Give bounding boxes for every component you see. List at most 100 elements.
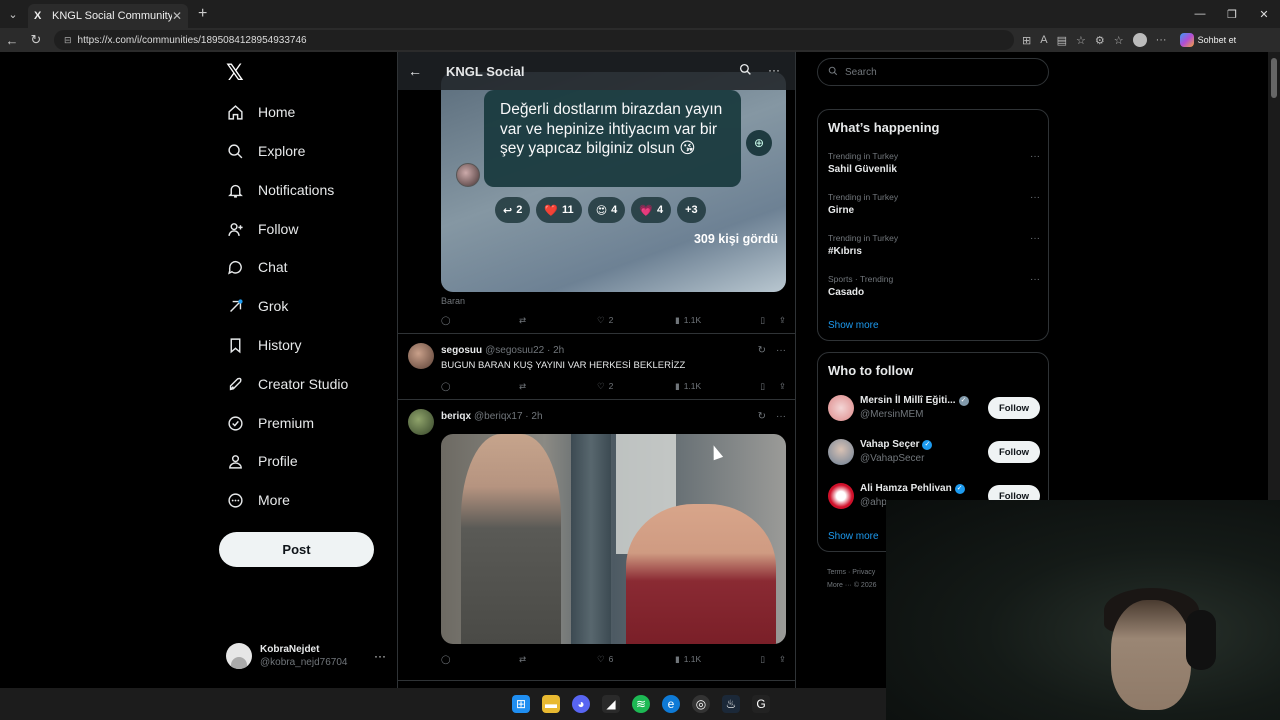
follow-suggestion[interactable]: Vahap Seçer ✓ @VahapSecer Follow — [828, 435, 1040, 469]
avatar[interactable] — [408, 409, 434, 435]
reply-icon[interactable]: ◯ — [441, 654, 519, 665]
translate-icon[interactable]: A — [1040, 34, 1047, 46]
minimize-icon[interactable]: — — [1184, 0, 1216, 28]
views-button[interactable]: ▮ 1.1K — [675, 381, 755, 392]
message-bubble: Değerli dostlarım birazdan yayın var ve … — [484, 90, 741, 187]
follow-button[interactable]: Follow — [988, 397, 1040, 419]
retweet-icon[interactable]: ⇄ — [519, 381, 597, 392]
back-arrow-icon[interactable]: ← — [0, 33, 24, 48]
url-field[interactable]: ⊟ https://x.com/i/communities/1895084128… — [54, 30, 1014, 50]
discord-icon[interactable]: ◕ — [572, 695, 590, 713]
bookmark-icon[interactable]: ▯ — [760, 381, 765, 392]
share-icon[interactable]: ⇪ — [779, 381, 786, 392]
share-icon[interactable]: ⇪ — [779, 654, 786, 665]
profile-avatar-icon[interactable] — [1132, 33, 1147, 47]
tab-list-chevron-icon[interactable]: ⌄ — [0, 0, 26, 28]
views-button[interactable]: ▮ 1.1K — [675, 654, 755, 665]
like-count: 6 — [608, 654, 614, 664]
trend-item[interactable]: Trending in Turkey #Kıbrıs ··· — [828, 233, 1040, 257]
search-icon[interactable] — [739, 63, 752, 79]
like-button[interactable]: ♡ 2 — [597, 381, 675, 392]
chrome-icon[interactable]: ◎ — [692, 695, 710, 713]
windows-start-icon[interactable]: ⊞ — [512, 695, 530, 713]
x-logo-icon[interactable]: 𝕏 — [226, 60, 252, 86]
search-input[interactable]: Search — [817, 58, 1049, 86]
tab-close-icon[interactable]: ✕ — [172, 9, 182, 23]
show-more-link[interactable]: Show more — [828, 320, 879, 331]
avatar[interactable] — [408, 343, 434, 369]
app-icon[interactable]: G — [752, 695, 770, 713]
sidebar-item-chat[interactable]: Chat — [226, 252, 288, 282]
copilot-button[interactable]: Sohbet et — [1179, 33, 1237, 47]
new-tab-icon[interactable]: + — [198, 5, 207, 23]
edge-icon[interactable]: e — [662, 695, 680, 713]
apps-icon[interactable]: ⊞ — [1022, 34, 1031, 47]
spotify-icon[interactable]: ≋ — [632, 695, 650, 713]
follow-button[interactable]: Follow — [988, 441, 1040, 463]
trend-item[interactable]: Trending in Turkey Sahil Güvenlik ··· — [828, 151, 1040, 175]
retweet-icon[interactable]: ⇄ — [519, 654, 597, 665]
like-button[interactable]: ♡ 6 — [597, 654, 675, 665]
share-icon[interactable]: ⇪ — [779, 315, 786, 326]
footer-line[interactable]: Terms · Privacy — [827, 566, 877, 579]
grok-analyze-icon[interactable]: ↻ — [758, 411, 766, 422]
footer-line[interactable]: More ··· © 2026 — [827, 579, 877, 592]
sidebar-item-grok[interactable]: Grok — [226, 291, 288, 321]
more-dots-icon[interactable]: ··· — [1030, 151, 1040, 162]
more-dots-icon[interactable]: ··· — [1030, 233, 1040, 244]
sidebar-item-home[interactable]: Home — [226, 97, 295, 127]
grok-analyze-icon[interactable]: ↻ — [758, 345, 766, 356]
more-dots-icon[interactable]: ··· — [1030, 192, 1040, 203]
sidebar-item-premium[interactable]: Premium — [226, 408, 314, 438]
bookmark-icon[interactable]: ▯ — [760, 654, 765, 665]
app-icon[interactable]: ◢ — [602, 695, 620, 713]
sidebar-item-creator-studio[interactable]: Creator Studio — [226, 369, 348, 399]
more-dots-icon[interactable]: ··· — [768, 63, 780, 79]
refresh-icon[interactable]: ↻ — [24, 32, 48, 48]
favorite-star-icon[interactable]: ☆ — [1076, 34, 1086, 47]
back-arrow-icon[interactable]: ← — [408, 63, 426, 79]
views-button[interactable]: ▮ 1.1K — [675, 315, 755, 326]
browser-menu-icon[interactable]: ··· — [1156, 34, 1167, 46]
restore-icon[interactable]: ❐ — [1216, 0, 1248, 28]
avatar — [828, 395, 854, 421]
show-more-link[interactable]: Show more — [828, 531, 879, 542]
tweet-author-name[interactable]: beriqx — [441, 411, 471, 422]
sidebar-item-profile[interactable]: Profile — [226, 446, 298, 476]
more-dots-icon[interactable]: ··· — [776, 411, 786, 422]
browser-tab[interactable]: X KNGL Social Community / X ✕ — [28, 4, 188, 28]
reply-icon[interactable]: ◯ — [441, 381, 519, 392]
like-button[interactable]: ♡ 2 — [597, 315, 675, 326]
more-dots-icon[interactable]: ··· — [1030, 274, 1040, 285]
sidebar-item-more[interactable]: More — [226, 485, 290, 515]
scrollbar-thumb[interactable] — [1271, 58, 1277, 98]
extensions-icon[interactable]: ⚙ — [1095, 34, 1105, 47]
bookmark-icon[interactable]: ▯ — [760, 315, 765, 326]
collections-icon[interactable]: ☆ — [1114, 34, 1124, 47]
account-switcher[interactable]: KobraNejdet @kobra_nejd76704 ··· — [226, 636, 386, 676]
sidebar-item-history[interactable]: History — [226, 330, 302, 360]
retweet-icon[interactable]: ⇄ — [519, 315, 597, 326]
tweet-author-name[interactable]: segosuu — [441, 345, 482, 356]
tweet-video[interactable] — [441, 434, 786, 644]
file-explorer-icon[interactable]: ▬ — [542, 695, 560, 713]
sidebar-item-notifications[interactable]: Notifications — [226, 175, 334, 205]
post-image[interactable]: Değerli dostlarım birazdan yayın var ve … — [441, 72, 786, 292]
more-dots-icon[interactable]: ··· — [374, 649, 386, 663]
steam-icon[interactable]: ♨ — [722, 695, 740, 713]
reply-icon[interactable]: ◯ — [441, 315, 519, 326]
sidebar-item-follow[interactable]: Follow — [226, 214, 298, 244]
reader-icon[interactable]: ▤ — [1057, 34, 1067, 47]
sidebar-item-label: Profile — [258, 453, 298, 469]
more-circle-icon — [226, 491, 244, 509]
window-close-icon[interactable]: ✕ — [1248, 0, 1280, 28]
sidebar-item-label: Notifications — [258, 182, 335, 198]
trend-item[interactable]: Trending in Turkey Girne ··· — [828, 192, 1040, 216]
copilot-label: Sohbet et — [1197, 35, 1237, 45]
sidebar-item-explore[interactable]: Explore — [226, 136, 305, 166]
post-button[interactable]: Post — [219, 532, 374, 567]
follow-suggestion[interactable]: Mersin İl Millî Eğiti... ✓ @MersinMEM Fol… — [828, 391, 1040, 425]
more-dots-icon[interactable]: ··· — [776, 345, 786, 356]
trend-item[interactable]: Sports · Trending Casado ··· — [828, 274, 1040, 298]
site-info-icon[interactable]: ⊟ — [64, 35, 72, 46]
